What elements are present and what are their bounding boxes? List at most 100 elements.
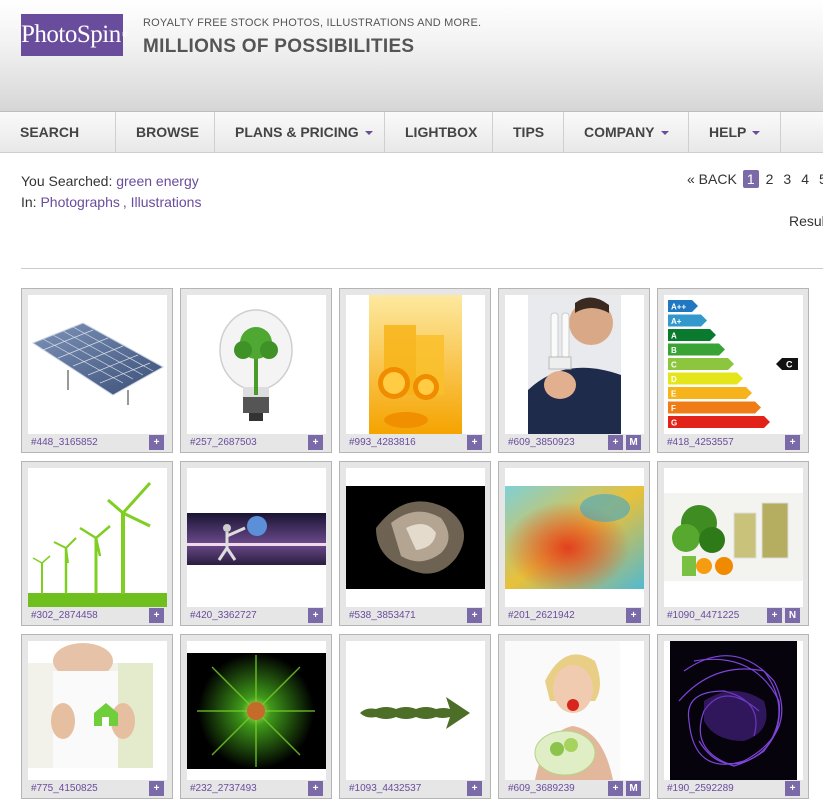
add-to-lightbox-button[interactable]: + xyxy=(149,435,164,450)
model-release-badge[interactable]: M xyxy=(626,781,641,796)
thumbnail-card: #775_4150825 + xyxy=(21,634,173,799)
add-to-lightbox-button[interactable]: + xyxy=(149,608,164,623)
page-link[interactable]: 4 xyxy=(801,171,809,187)
thumbnail-image-wind-turbines[interactable] xyxy=(28,468,167,607)
energy-class-label: B xyxy=(671,346,677,355)
add-to-lightbox-button[interactable]: + xyxy=(149,781,164,796)
thumbnail-card: #420_3362727 + xyxy=(180,461,332,626)
image-id-link[interactable]: #232_2737493 xyxy=(190,783,257,794)
add-to-lightbox-button[interactable]: + xyxy=(467,781,482,796)
photospin-logo[interactable]: PhotoSpin® xyxy=(21,14,128,56)
nav-label: BROWSE xyxy=(136,124,199,140)
add-to-lightbox-button[interactable]: + xyxy=(308,781,323,796)
image-id-link[interactable]: #1090_4471225 xyxy=(667,610,739,621)
thumbnail-card: #609_3850923 + M xyxy=(498,288,650,453)
thumbnail-card: #302_2874458 + xyxy=(21,461,173,626)
image-id-link[interactable]: #420_3362727 xyxy=(190,610,257,621)
add-to-lightbox-button[interactable]: + xyxy=(608,781,623,796)
image-id-link[interactable]: #418_4253557 xyxy=(667,437,734,448)
add-to-lightbox-button[interactable]: + xyxy=(626,608,641,623)
energy-bar xyxy=(668,387,752,399)
back-link[interactable]: « BACK xyxy=(687,171,737,187)
divider xyxy=(21,268,823,269)
thumbnail-image-figure-with-globe[interactable] xyxy=(187,468,326,607)
thumbnail-image-green-smoothie[interactable] xyxy=(664,468,803,607)
nav-help[interactable]: HELP xyxy=(689,112,781,152)
thumbnail-card: #1093_4432537 + xyxy=(339,634,491,799)
page-link[interactable]: 3 xyxy=(783,171,791,187)
image-id-link[interactable]: #190_2592289 xyxy=(667,783,734,794)
image-id-link[interactable]: #609_3689239 xyxy=(508,783,575,794)
search-query-link[interactable]: green energy xyxy=(116,173,199,189)
energy-class-label: D xyxy=(671,375,677,384)
add-to-lightbox-button[interactable]: + xyxy=(785,435,800,450)
thumbnail-image-energy-rating-chart[interactable]: A++ A+ A B C D E F G C xyxy=(664,295,803,434)
thumbnail-card: #190_2592289 + xyxy=(657,634,809,799)
thumbnail-card: #257_2687503 + xyxy=(180,288,332,453)
site-header: PhotoSpin® ROYALTY FREE STOCK PHOTOS, IL… xyxy=(0,0,823,112)
image-id-link[interactable]: #302_2874458 xyxy=(31,610,98,621)
results-count: Resul xyxy=(789,213,823,229)
nav-plans-pricing[interactable]: PLANS & PRICING xyxy=(215,112,385,152)
image-id-link[interactable]: #538_3853471 xyxy=(349,610,416,621)
energy-bar xyxy=(668,372,743,385)
image-id-link[interactable]: #609_3850923 xyxy=(508,437,575,448)
category-separator: , xyxy=(122,194,127,210)
energy-rating-chart: A++A+ABCDEFGC xyxy=(668,300,798,428)
add-to-lightbox-button[interactable]: + xyxy=(785,781,800,796)
nav-lightbox[interactable]: LIGHTBOX xyxy=(385,112,493,152)
energy-class-label: E xyxy=(671,390,677,399)
nav-company[interactable]: COMPANY xyxy=(564,112,689,152)
add-to-lightbox-button[interactable]: + xyxy=(308,435,323,450)
page-link[interactable]: 2 xyxy=(766,171,774,187)
thumbnail-image-man-cfl-bulb[interactable] xyxy=(505,295,644,434)
add-to-lightbox-button[interactable]: + xyxy=(608,435,623,450)
nav-label: TIPS xyxy=(513,124,545,140)
add-to-lightbox-button[interactable]: + xyxy=(767,608,782,623)
image-id-link[interactable]: #257_2687503 xyxy=(190,437,257,448)
energy-marker-label: C xyxy=(786,360,793,370)
thumbnail-image-green-light-burst[interactable] xyxy=(187,641,326,780)
thumbnail-card: #993_4283816 + xyxy=(339,288,491,453)
model-release-badge[interactable]: M xyxy=(626,435,641,450)
nav-search[interactable]: SEARCH xyxy=(0,112,116,152)
image-id-link[interactable]: #448_3165852 xyxy=(31,437,98,448)
thumbnail-image-solar-panels[interactable] xyxy=(28,295,167,434)
thumbnail-card: A++ A+ A B C D E F G C #418_4253557 + xyxy=(657,288,809,453)
thumbnail-image-colorful-abstract[interactable] xyxy=(505,468,644,607)
new-badge[interactable]: N xyxy=(785,608,800,623)
nav-browse[interactable]: BROWSE xyxy=(116,112,215,152)
thumbnail-image-hands-house[interactable] xyxy=(28,641,167,780)
nav-label: PLANS & PRICING xyxy=(235,124,359,140)
add-to-lightbox-button[interactable]: + xyxy=(308,608,323,623)
thumbnail-image-lightbulb-tree[interactable] xyxy=(187,295,326,434)
thumbnail-image-purple-abstract[interactable] xyxy=(664,641,803,780)
image-id-link[interactable]: #1093_4432537 xyxy=(349,783,421,794)
category-illustrations-link[interactable]: Illustrations xyxy=(131,194,202,210)
main-nav: SEARCH BROWSE PLANS & PRICING LIGHTBOX T… xyxy=(0,112,823,153)
logo-text: PhotoSpin xyxy=(21,21,121,48)
add-to-lightbox-button[interactable]: + xyxy=(467,608,482,623)
logo-mark: ® xyxy=(121,30,128,39)
chevron-down-icon xyxy=(752,131,761,136)
thumbnail-card: #538_3853471 + xyxy=(339,461,491,626)
energy-bar xyxy=(668,416,770,428)
nav-label: SEARCH xyxy=(20,124,80,140)
image-id-link[interactable]: #775_4150825 xyxy=(31,783,98,794)
nav-tips[interactable]: TIPS xyxy=(493,112,564,152)
thumbnail-image-abstract-fractal[interactable] xyxy=(346,468,485,607)
thumbnail-image-woman-salad[interactable] xyxy=(505,641,644,780)
thumbnail-image-orange-juice[interactable] xyxy=(346,295,485,434)
image-id-link[interactable]: #993_4283816 xyxy=(349,437,416,448)
tagline: ROYALTY FREE STOCK PHOTOS, ILLUSTRATIONS… xyxy=(143,17,482,29)
nav-label: LIGHTBOX xyxy=(405,124,478,140)
nav-label: COMPANY xyxy=(584,124,655,140)
searched-label: You Searched: xyxy=(21,173,113,189)
category-photographs-link[interactable]: Photographs xyxy=(40,194,119,210)
chevron-down-icon xyxy=(364,131,373,136)
page-link[interactable]: 5 xyxy=(819,171,823,187)
image-id-link[interactable]: #201_2621942 xyxy=(508,610,575,621)
add-to-lightbox-button[interactable]: + xyxy=(467,435,482,450)
thumbnail-image-leaf-arrow[interactable] xyxy=(346,641,485,780)
thumbnail-card: #1090_4471225 + N xyxy=(657,461,809,626)
